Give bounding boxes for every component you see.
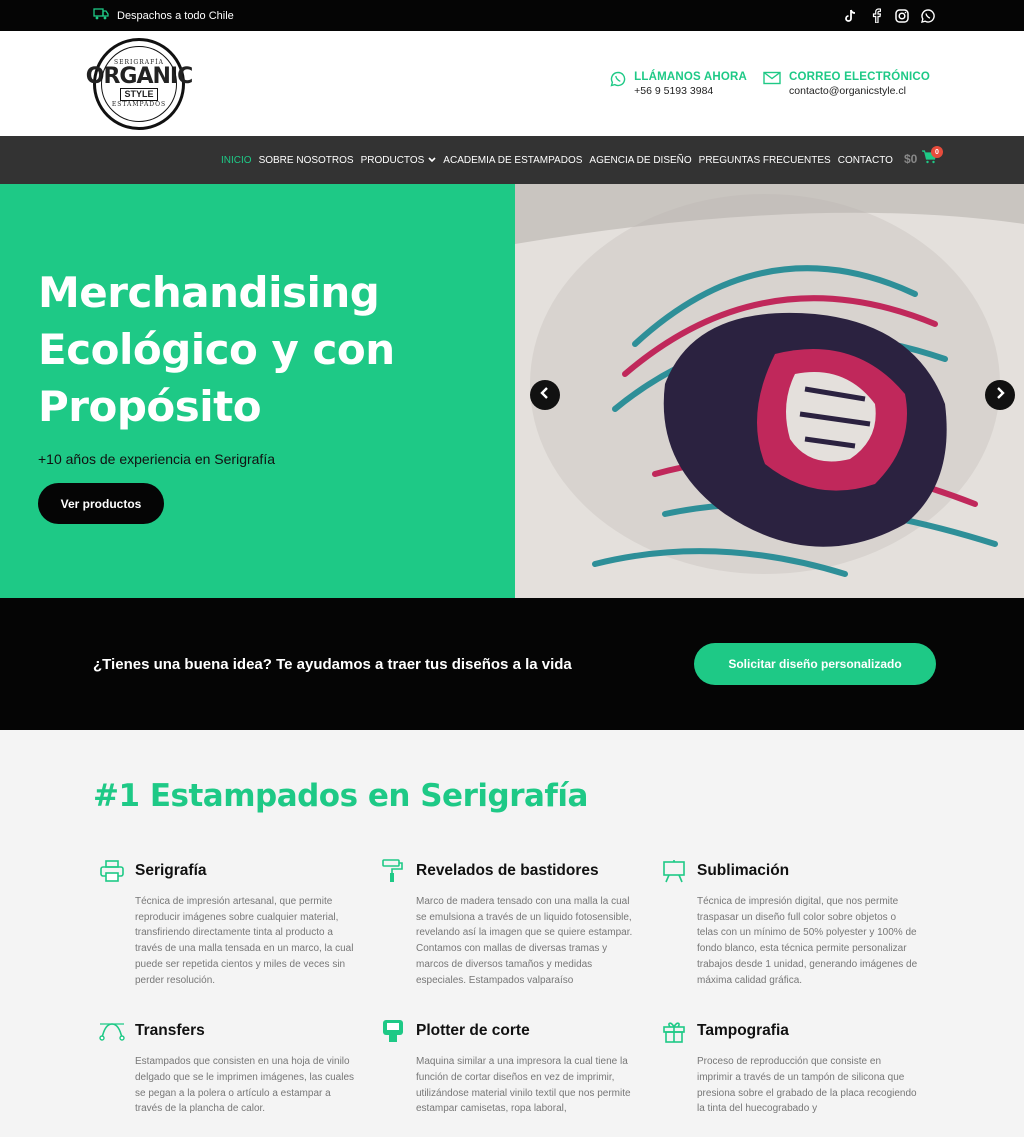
nav-item-label: ACADEMIA DE ESTAMPADOS (443, 154, 583, 166)
cart-button[interactable]: $0 0 (904, 146, 943, 167)
service-title: Tampografia (697, 1022, 789, 1040)
hero-content: Merchandising Ecológico y con Propósito … (0, 184, 515, 598)
hero-section: Merchandising Ecológico y con Propósito … (0, 184, 1024, 598)
top-bar: Despachos a todo Chile (0, 0, 1024, 31)
nav-item-preguntas[interactable]: PREGUNTAS FRECUENTES (699, 155, 831, 166)
service-title: Revelados de bastidores (416, 862, 599, 879)
service-title: Transfers (135, 1022, 205, 1040)
hero-subtitle: +10 años de experiencia en Serigrafía (38, 451, 275, 467)
phone-contact[interactable]: LLÁMANOS AHORA +56 9 5193 3984 (610, 71, 747, 97)
service-card: Tampografia Proceso de reproducción que … (661, 1018, 942, 1117)
nav-item-label: SOBRE NOSOTROS (258, 154, 354, 166)
cart-total: $0 (904, 151, 918, 166)
main-nav: INICIO SOBRE NOSOTROS PRODUCTOS ACADEMIA… (0, 136, 1024, 184)
nav-item-contacto[interactable]: CONTACTO (838, 155, 893, 166)
phone-contact-title: LLÁMANOS AHORA (634, 70, 748, 83)
whatsapp-icon[interactable] (920, 8, 936, 24)
nav-item-agencia[interactable]: AGENCIA DE DISEÑO (589, 155, 691, 166)
service-description: Técnica de impresión artesanal, que perm… (135, 896, 354, 986)
nav-item-label: PRODUCTOS (360, 154, 425, 166)
tiktok-icon[interactable] (842, 8, 858, 24)
service-card: Revelados de bastidores Marco de madera … (380, 858, 661, 988)
request-design-button[interactable]: Solicitar diseño personalizado (694, 643, 936, 685)
service-title: Plotter de corte (416, 1022, 530, 1040)
header-contacts: LLÁMANOS AHORA +56 9 5193 3984 CORREO EL… (610, 71, 930, 97)
service-title: Sublimación (697, 862, 790, 879)
paint-roller-icon (380, 858, 406, 884)
gift-icon (661, 1018, 687, 1044)
logo-ring (101, 45, 177, 122)
truck-icon (93, 8, 109, 23)
nav-item-label: PREGUNTAS FRECUENTES (698, 154, 831, 166)
hero-screenprint-image (515, 184, 1024, 598)
phone-number[interactable]: +56 9 5193 3984 (634, 85, 747, 97)
nav-item-label: INICIO (221, 154, 252, 166)
instagram-icon[interactable] (894, 8, 910, 24)
services-section: #1 Estampados en Serigrafía Serigrafía T… (0, 730, 1024, 1117)
service-description: Estampados que consisten en una hoja de … (135, 1056, 355, 1115)
email-contact[interactable]: CORREO ELECTRÓNICO contacto@organicstyle… (763, 71, 930, 97)
whatsapp-icon (610, 71, 626, 92)
easel-icon (661, 858, 687, 884)
service-card: Plotter de corte Maquina similar a una i… (380, 1018, 661, 1117)
email-contact-title: CORREO ELECTRÓNICO (789, 70, 930, 83)
slider-prev-button[interactable] (530, 380, 560, 410)
social-links (842, 8, 936, 24)
chevron-right-icon (995, 386, 1005, 404)
hero-title-line: Propósito (38, 382, 262, 431)
bezier-curve-icon (99, 1018, 125, 1044)
service-card: Sublimación Técnica de impresión digital… (661, 858, 942, 988)
nav-item-productos[interactable]: PRODUCTOS (361, 155, 437, 166)
view-products-button[interactable]: Ver productos (38, 483, 164, 524)
cta-banner: ¿Tienes una buena idea? Te ayudamos a tr… (0, 598, 1024, 730)
services-grid: Serigrafía Técnica de impresión artesana… (99, 858, 1024, 1117)
hero-title: Merchandising Ecológico y con Propósito (38, 264, 515, 435)
printer-icon (99, 858, 125, 884)
nav-item-sobre-nosotros[interactable]: SOBRE NOSOTROS (259, 155, 354, 166)
shipping-text: Despachos a todo Chile (117, 9, 234, 22)
site-header: SERIGRAFÍA ORGANIC STYLE ESTAMPADOS LLÁM… (0, 31, 1024, 136)
slider-next-button[interactable] (985, 380, 1015, 410)
service-description: Proceso de reproducción que consiste en … (697, 1056, 917, 1115)
nav-item-label: AGENCIA DE DISEÑO (589, 154, 692, 166)
chevron-down-icon (428, 155, 436, 166)
service-title: Serigrafía (135, 862, 207, 879)
service-description: Técnica de impresión digital, que nos pe… (697, 896, 918, 986)
shipping-notice: Despachos a todo Chile (93, 8, 234, 23)
cta-text: ¿Tienes una buena idea? Te ayudamos a tr… (93, 655, 572, 673)
hero-image-slider (515, 184, 1024, 598)
facebook-icon[interactable] (868, 8, 884, 24)
cart-count-badge: 0 (931, 146, 943, 158)
plotter-icon (380, 1018, 406, 1044)
hero-title-line: Merchandising (38, 268, 380, 317)
hero-title-line: Ecológico y con (38, 325, 395, 374)
chevron-left-icon (540, 386, 550, 404)
nav-menu: INICIO SOBRE NOSOTROS PRODUCTOS ACADEMIA… (221, 155, 893, 166)
organic-style-logo[interactable]: SERIGRAFÍA ORGANIC STYLE ESTAMPADOS (86, 37, 193, 130)
email-address[interactable]: contacto@organicstyle.cl (789, 85, 930, 97)
service-description: Maquina similar a una impresora la cual … (416, 1056, 631, 1115)
nav-item-inicio[interactable]: INICIO (221, 155, 252, 166)
service-card: Transfers Estampados que consisten en un… (99, 1018, 380, 1117)
nav-item-academia[interactable]: ACADEMIA DE ESTAMPADOS (443, 155, 582, 166)
service-description: Marco de madera tensado con una malla la… (416, 896, 633, 986)
service-card: Serigrafía Técnica de impresión artesana… (99, 858, 380, 988)
envelope-icon (763, 71, 781, 90)
services-title: #1 Estampados en Serigrafía (93, 778, 588, 814)
nav-item-label: CONTACTO (837, 154, 893, 166)
